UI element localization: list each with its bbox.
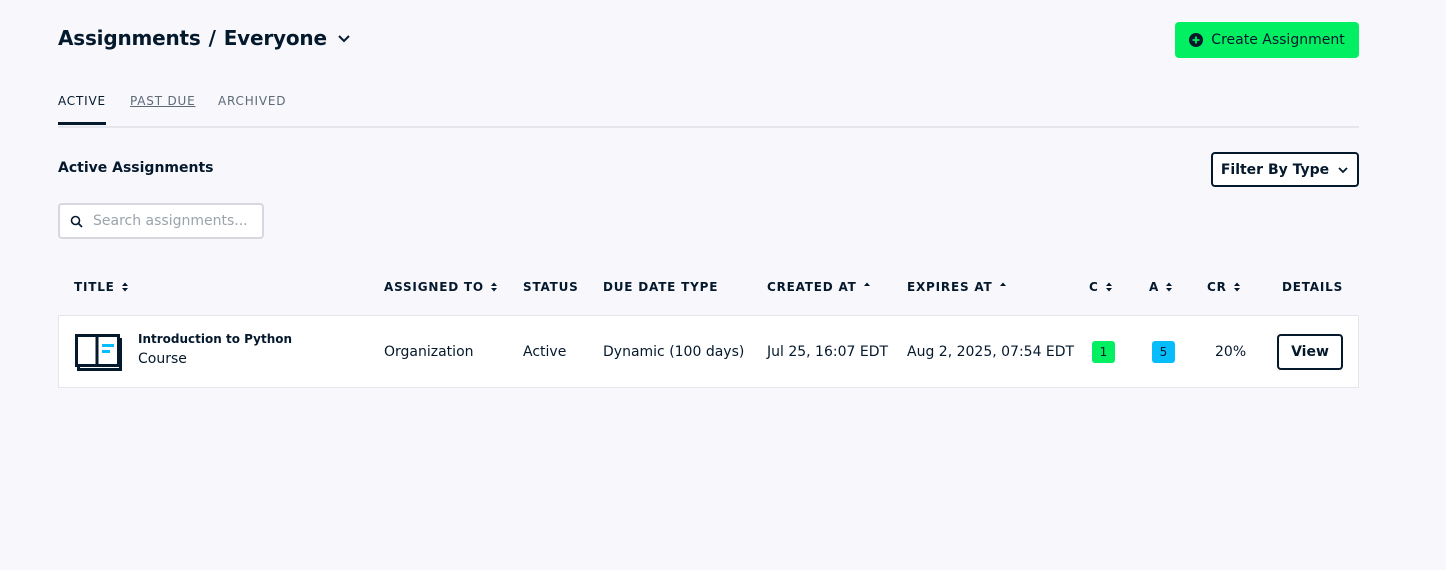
sort-icon (490, 282, 497, 292)
column-header-details: DETAILS (1282, 280, 1343, 294)
course-icon (75, 334, 122, 371)
column-header-a-label: A (1149, 280, 1160, 294)
column-header-title[interactable]: TITLE (74, 280, 129, 294)
column-header-c[interactable]: C (1089, 280, 1113, 294)
plus-circle-icon (1189, 33, 1204, 47)
column-header-details-label: DETAILS (1282, 280, 1344, 294)
column-header-c-label: C (1089, 280, 1099, 294)
column-header-a[interactable]: A (1149, 280, 1173, 294)
sort-up-icon (863, 282, 870, 286)
search-icon (70, 215, 83, 228)
column-header-due-date-type: DUE DATE TYPE (603, 280, 718, 294)
column-header-expires-at[interactable]: EXPIRES AT (907, 280, 1007, 294)
status-cell: Active (523, 344, 567, 360)
tabs: ACTIVE PAST DUE ARCHIVED (58, 94, 1359, 128)
column-header-due-date-type-label: DUE DATE TYPE (603, 280, 719, 294)
column-header-status: STATUS (523, 280, 579, 294)
column-header-cr-label: CR (1207, 280, 1227, 294)
filter-by-type-button[interactable]: Filter By Type (1211, 152, 1359, 187)
search-box (58, 203, 264, 239)
column-header-created-at-label: CREATED AT (767, 280, 857, 294)
sort-icon (1105, 282, 1112, 292)
sort-icon (1166, 282, 1173, 292)
tab-archived[interactable]: ARCHIVED (218, 94, 286, 108)
cr-cell: 20% (1215, 344, 1247, 360)
column-header-assigned-to[interactable]: ASSIGNED TO (384, 280, 498, 294)
tab-active[interactable]: ACTIVE (58, 94, 106, 125)
breadcrumb-separator: / (208, 26, 216, 50)
create-assignment-label: Create Assignment (1211, 32, 1345, 48)
column-header-expires-at-label: EXPIRES AT (907, 280, 993, 294)
column-header-assigned-to-label: ASSIGNED TO (384, 280, 484, 294)
created-at-cell: Jul 25, 16:07 EDT (767, 344, 889, 360)
sort-icon (1233, 282, 1240, 292)
sort-icon (121, 282, 128, 292)
column-header-status-label: STATUS (523, 280, 579, 294)
expires-at-cell: Aug 2, 2025, 07:54 EDT (907, 344, 1075, 360)
page-header: Assignments / Everyone (58, 26, 351, 50)
page-title[interactable]: Assignments / Everyone (58, 26, 327, 50)
scope-selector[interactable]: Everyone (224, 26, 327, 50)
sort-up-icon (999, 282, 1006, 286)
create-assignment-button[interactable]: Create Assignment (1175, 22, 1359, 58)
table-row: Introduction to Python Course Organizati… (58, 315, 1359, 388)
view-button[interactable]: View (1277, 334, 1343, 370)
assignment-title[interactable]: Introduction to Python (138, 332, 292, 346)
chevron-down-icon (1338, 166, 1348, 173)
column-header-created-at[interactable]: CREATED AT (767, 280, 871, 294)
c-count-badge: 1 (1092, 341, 1115, 363)
column-header-cr[interactable]: CR (1207, 280, 1241, 294)
filter-by-type-label: Filter By Type (1220, 161, 1330, 178)
page-title-text: Assignments (58, 26, 201, 50)
chevron-down-icon[interactable] (337, 31, 351, 45)
assignment-type: Course (138, 351, 187, 367)
tab-past-due[interactable]: PAST DUE (130, 94, 195, 108)
column-header-title-label: TITLE (74, 280, 115, 294)
assigned-to-cell: Organization (384, 344, 474, 360)
due-date-type-cell: Dynamic (100 days) (603, 344, 745, 360)
a-count-badge: 5 (1152, 341, 1175, 363)
search-input[interactable] (91, 212, 255, 230)
section-title: Active Assignments (58, 160, 214, 176)
